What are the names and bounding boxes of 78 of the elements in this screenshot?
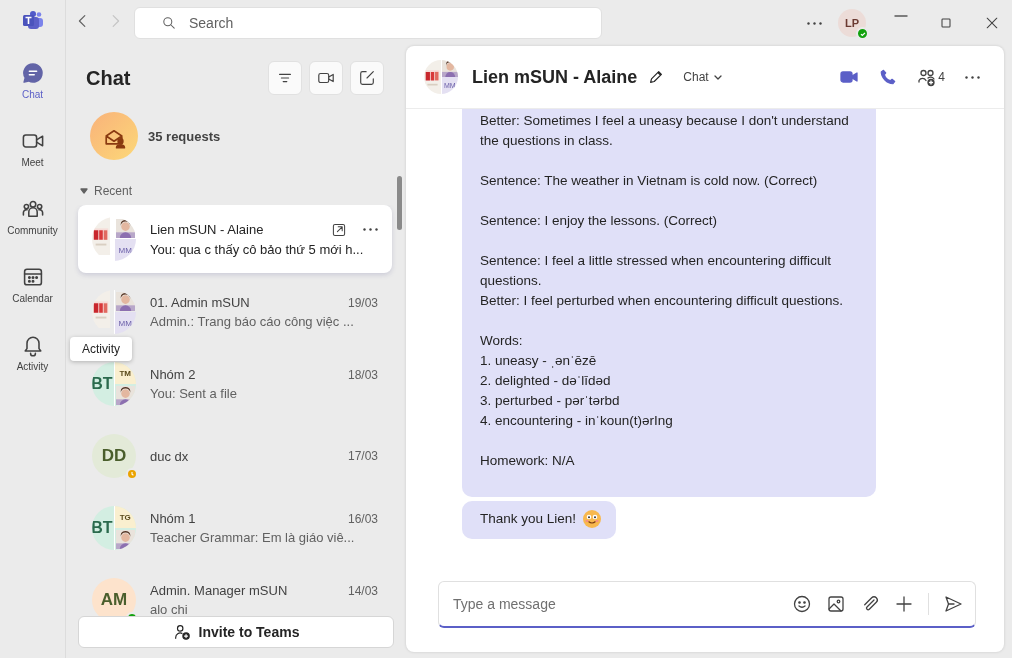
- avatar-initials: MM: [118, 318, 132, 328]
- search-field[interactable]: Search: [134, 7, 602, 39]
- chat-name: 01. Admin mSUN: [150, 295, 251, 310]
- requests-avatar[interactable]: [90, 112, 138, 160]
- search-placeholder: Search: [189, 15, 234, 31]
- tooltip: Activity: [70, 337, 132, 361]
- chat-preview: Teacher Grammar: Em là giáo viê...: [150, 530, 356, 545]
- send-icon: [943, 594, 963, 614]
- avatar-initials: BT: [92, 519, 113, 537]
- message-text: Sentence: I enjoy the lessons. (Correct): [480, 212, 719, 230]
- avatar-initials: TM: [119, 368, 132, 378]
- chat-preview: Admin.: Trang báo cáo công việc ...: [150, 314, 355, 329]
- search-icon: [161, 15, 177, 31]
- chat-date: 19/03: [347, 295, 378, 310]
- chat-item[interactable]: BT TG Nhóm 1 16/03 Teacher Grammar: Em là giáo viê...: [78, 503, 392, 553]
- chat-item[interactable]: MM 01. Admin mSUN 19/03 Admin.: Trang báo cáo công việc ...: [78, 287, 392, 337]
- avatar-initials: AM: [100, 590, 128, 610]
- avatar-initials: BT: [92, 375, 113, 393]
- chat-preview: You: qua c thấy cô bảo thứ 5 mới h...: [150, 241, 365, 257]
- filter-button[interactable]: [268, 61, 302, 95]
- chat-date: 18/03: [347, 367, 378, 382]
- message-field[interactable]: Type a message: [453, 596, 776, 612]
- chat-icon: [20, 60, 45, 85]
- rail-item[interactable]: Activity: [2, 318, 63, 386]
- plus-icon: [894, 594, 914, 614]
- compose-icon: [358, 69, 376, 87]
- people-add-icon: [917, 67, 938, 87]
- rail-item[interactable]: Calendar: [2, 250, 63, 318]
- more-icon: [363, 228, 378, 231]
- emoji-icon: [792, 594, 812, 614]
- phone-icon: [879, 68, 898, 86]
- panel-title: Chat: [86, 66, 132, 90]
- message-text: Words: 1. uneasy - ˌənˈēzē 2. delighted - dəˈlīdəd 3. perturbed - pərˈtərbd 4. encountering - inˈkoun(t)ərIng: [480, 332, 674, 430]
- requests-label: 35 requests: [148, 128, 221, 144]
- chat-title: Lien mSUN - Alaine: [472, 66, 638, 88]
- avatar-initials: MM: [118, 245, 132, 255]
- chat-date: 16/03: [347, 511, 378, 526]
- rail-item[interactable]: Community: [2, 182, 63, 250]
- caret-icon: [80, 187, 88, 195]
- chat-name: Nhóm 2: [150, 367, 197, 382]
- section-label: Recent: [94, 184, 133, 198]
- message-text: Sentence: The weather in Vietnam is cold now. (Correct): [480, 172, 819, 190]
- rail-item[interactable]: Chat: [2, 46, 63, 114]
- participants-button[interactable]: 4: [917, 67, 945, 87]
- chat-name: Lien mSUN - Alaine: [150, 222, 265, 237]
- rail-item[interactable]: Meet: [2, 114, 63, 182]
- close-icon: [984, 15, 1000, 31]
- avatar-initials: TG: [119, 512, 131, 522]
- avatar-initials: DD: [101, 446, 127, 466]
- minimize-icon: [894, 15, 908, 17]
- chat-name: Nhóm 1: [150, 511, 197, 526]
- chat-item[interactable]: BT TM Nhóm 2 18/03 You: Sent a file: [78, 359, 392, 409]
- avatar-initials: LP: [844, 17, 860, 29]
- chat-name: Admin. Manager mSUN: [150, 583, 289, 598]
- new-chat-button[interactable]: [350, 61, 384, 95]
- maximize-icon: [938, 15, 954, 31]
- chat-preview: alo chi: [150, 602, 189, 616]
- message-text: Sentence: I feel a little stressed when encountering difficult questions. Better: I feel perturbed when encountering difficult questions.: [480, 252, 844, 310]
- chat-item[interactable]: MM Lien mSUN - Alaine You: qua c thấy cô bảo thứ 5 mới h...: [78, 205, 392, 273]
- popout-icon: [331, 221, 347, 238]
- scrollbar-thumb[interactable]: [397, 176, 402, 230]
- more-icon: [965, 75, 980, 79]
- invite-button[interactable]: Invite to Teams: [78, 616, 394, 648]
- chat-item[interactable]: DD duc dx 17/03: [78, 431, 392, 481]
- teams-logo: [21, 10, 44, 32]
- meet-button[interactable]: [309, 61, 343, 95]
- message-text: Homework: N/A: [480, 452, 576, 470]
- chat-date: 14/03: [347, 583, 378, 598]
- chat-date: 17/03: [347, 449, 378, 463]
- message-text: Better: Sometimes I feel a uneasy because I don't understand the questions in class.: [480, 112, 850, 150]
- chat-preview: You: Sent a file: [150, 386, 238, 401]
- image-icon: [826, 594, 846, 614]
- add-person-icon: [172, 623, 191, 641]
- message-text: Thank you Lien!: [480, 510, 577, 528]
- more-icon: [806, 21, 822, 25]
- profile-avatar[interactable]: LP: [838, 9, 866, 37]
- chat-tab[interactable]: Chat: [683, 70, 723, 84]
- chat-name: duc dx: [150, 448, 190, 464]
